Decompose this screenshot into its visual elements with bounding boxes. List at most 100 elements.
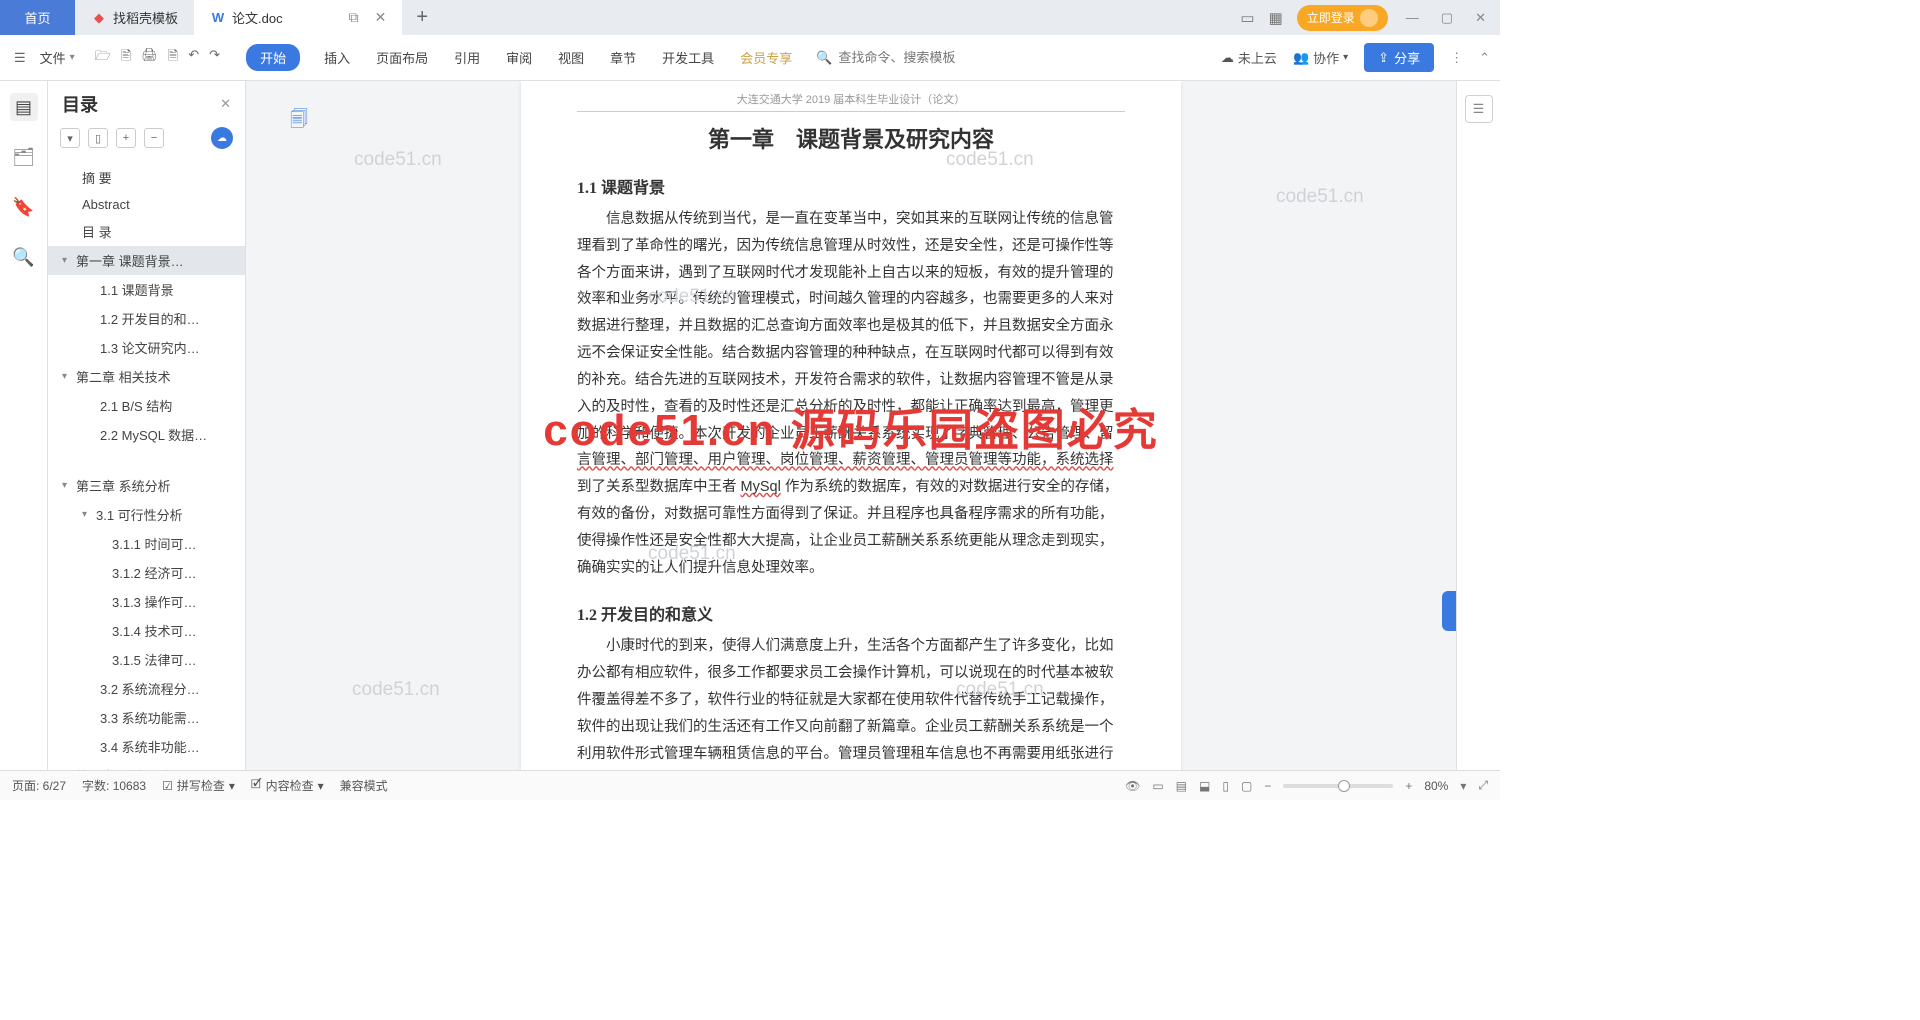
more-icon[interactable]: ⋮: [1450, 50, 1463, 66]
outline-item[interactable]: 3.1.1 时间可…: [48, 529, 245, 558]
outline-item[interactable]: 3.1.3 操作可…: [48, 587, 245, 616]
login-button[interactable]: 立即登录: [1297, 5, 1388, 31]
file-menu[interactable]: 文件 ▾: [34, 44, 81, 71]
outline-item[interactable]: ▾3.1 可行性分析: [48, 500, 245, 529]
cloud-status[interactable]: ☁ 未上云: [1221, 48, 1277, 67]
outline-item[interactable]: 3.1.5 法律可…: [48, 645, 245, 674]
outline-remove-icon[interactable]: −: [144, 128, 164, 148]
ribbon-tab-start[interactable]: 开始: [246, 44, 300, 71]
ribbon-tab-references[interactable]: 引用: [452, 44, 482, 71]
word-icon: W: [210, 10, 226, 26]
outline-sync-icon[interactable]: ☁: [211, 127, 233, 149]
outline-item[interactable]: ▾第四章 系统设计: [48, 761, 245, 770]
paragraph: 小康时代的到来，使得人们满意度上升，生活各个方面都产生了许多变化，比如办公都有相…: [577, 633, 1125, 770]
cloud-icon: ☁: [1221, 50, 1234, 66]
tab-close-icon[interactable]: ✕: [375, 9, 387, 26]
qat-redo-icon[interactable]: ↷: [209, 47, 220, 69]
outline-tools: ▾ ▯ + − ☁: [48, 123, 245, 159]
close-button[interactable]: ✕: [1471, 10, 1490, 26]
word-count[interactable]: 字数: 10683: [82, 777, 146, 794]
zoom-slider[interactable]: [1283, 784, 1393, 788]
outline-col-icon[interactable]: ▯: [88, 128, 108, 148]
qat-undo-icon[interactable]: ↶: [188, 47, 199, 69]
right-sidebar: ☰: [1456, 81, 1500, 770]
ribbon-tab-review[interactable]: 审阅: [504, 44, 534, 71]
expand-all-icon[interactable]: ▾: [60, 128, 80, 148]
tab-label: 论文.doc: [232, 8, 283, 27]
zoom-dropdown-icon[interactable]: ▾: [1460, 779, 1466, 793]
tab-document-active[interactable]: W 论文.doc ⧉ ✕: [194, 0, 402, 35]
tab-popout-icon[interactable]: ⧉: [349, 9, 359, 26]
outline-item[interactable]: 2.1 B/S 结构: [48, 391, 245, 420]
properties-icon[interactable]: ☰: [1465, 95, 1493, 123]
ribbon-tab-chapter[interactable]: 章节: [608, 44, 638, 71]
ribbon-tab-devtools[interactable]: 开发工具: [660, 44, 716, 71]
outline-item[interactable]: ▾第二章 相关技术: [48, 362, 245, 391]
zoom-fit-icon[interactable]: ▢: [1241, 779, 1252, 793]
titlebar: 首页 ◆ 找稻壳模板 W 论文.doc ⧉ ✕ + ▭ ▦ 立即登录 — ▢ ✕: [0, 0, 1500, 35]
minimize-button[interactable]: —: [1402, 10, 1423, 25]
collaborate-button[interactable]: 👥 协作 ▾: [1293, 48, 1348, 67]
command-search[interactable]: 🔍: [816, 50, 1016, 66]
qat-preview-icon[interactable]: 🗎: [168, 47, 178, 69]
outline-item[interactable]: 3.1.4 技术可…: [48, 616, 245, 645]
layout-icon[interactable]: ▭: [1240, 9, 1254, 27]
avatar-icon: [1360, 9, 1378, 27]
spellcheck-toggle[interactable]: ☑ 拼写检查 ▾: [162, 777, 235, 794]
outline-item[interactable]: 摘 要: [48, 163, 245, 192]
content-check[interactable]: 🗹 内容检查 ▾: [251, 775, 324, 796]
eye-icon[interactable]: 👁: [1125, 779, 1140, 793]
bookmark-icon[interactable]: 🔖: [10, 193, 38, 221]
search-input[interactable]: [838, 50, 998, 65]
view-outline-icon[interactable]: ⬓: [1199, 779, 1210, 793]
apps-icon[interactable]: ▦: [1269, 9, 1283, 27]
ribbon-tab-vip[interactable]: 会员专享: [738, 44, 794, 71]
outline-item[interactable]: 3.4 系统非功能…: [48, 732, 245, 761]
document-area[interactable]: 🗐 大连交通大学 2019 届本科生毕业设计（论文） 第一章 课题背景及研究内容…: [246, 81, 1456, 770]
outline-tab-icon[interactable]: ▤: [10, 93, 38, 121]
fullscreen-icon[interactable]: ⤢: [1478, 778, 1488, 793]
outline-item[interactable]: ▾第一章 课题背景…: [48, 246, 245, 275]
zoom-value[interactable]: 80%: [1424, 779, 1448, 793]
outline-close-icon[interactable]: ✕: [220, 96, 231, 112]
zoom-in-icon[interactable]: +: [1405, 779, 1412, 793]
outline-item[interactable]: 2.2 MySQL 数据…: [48, 420, 245, 449]
view-web-icon[interactable]: ▤: [1176, 779, 1187, 793]
hamburger-icon[interactable]: ☰: [10, 46, 30, 70]
page-indicator[interactable]: 页面: 6/27: [12, 777, 66, 794]
outline-item[interactable]: 3.3 系统功能需…: [48, 703, 245, 732]
doc-options-icon[interactable]: 🗐: [290, 107, 308, 137]
qat-open-icon[interactable]: 🗁: [95, 47, 111, 69]
outline-item[interactable]: 1.1 课题背景: [48, 275, 245, 304]
outline-item[interactable]: 3.2 系统流程分…: [48, 674, 245, 703]
outline-item[interactable]: 目 录: [48, 217, 245, 246]
tab-home[interactable]: 首页: [0, 0, 75, 35]
outline-item[interactable]: ▾第三章 系统分析: [48, 471, 245, 500]
ribbon-tab-layout[interactable]: 页面布局: [374, 44, 430, 71]
outline-item[interactable]: 1.2 开发目的和…: [48, 304, 245, 333]
side-drawer-handle[interactable]: [1442, 591, 1456, 631]
compat-mode[interactable]: 兼容模式: [340, 777, 388, 794]
outline-item[interactable]: 1.3 论文研究内…: [48, 333, 245, 362]
outline-item[interactable]: 3.1.2 经济可…: [48, 558, 245, 587]
collapse-ribbon-icon[interactable]: ⌃: [1479, 50, 1490, 66]
ribbon-tab-insert[interactable]: 插入: [322, 44, 352, 71]
outline-title: 目录: [62, 91, 98, 117]
outline-header: 目录 ✕: [48, 81, 245, 123]
reading-mode-icon[interactable]: ▯: [1222, 779, 1229, 793]
qat-save-icon[interactable]: 🖹: [121, 47, 131, 69]
maximize-button[interactable]: ▢: [1437, 10, 1457, 26]
zoom-out-icon[interactable]: −: [1264, 779, 1271, 793]
outline-add-icon[interactable]: +: [116, 128, 136, 148]
tab-templates[interactable]: ◆ 找稻壳模板: [75, 0, 194, 35]
outline-item[interactable]: Abstract: [48, 192, 245, 217]
ribbon-tab-view[interactable]: 视图: [556, 44, 586, 71]
qat-print-icon[interactable]: 🖨: [141, 47, 158, 69]
outline-tree[interactable]: 摘 要Abstract目 录▾第一章 课题背景…1.1 课题背景1.2 开发目的…: [48, 159, 245, 770]
clipboard-icon[interactable]: 🗂: [10, 143, 38, 171]
watermark: code51.cn: [1276, 186, 1364, 208]
share-button[interactable]: ⇪ 分享: [1364, 43, 1434, 72]
view-page-icon[interactable]: ▭: [1152, 779, 1163, 793]
find-icon[interactable]: 🔍: [10, 243, 38, 271]
new-tab-button[interactable]: +: [402, 6, 442, 29]
